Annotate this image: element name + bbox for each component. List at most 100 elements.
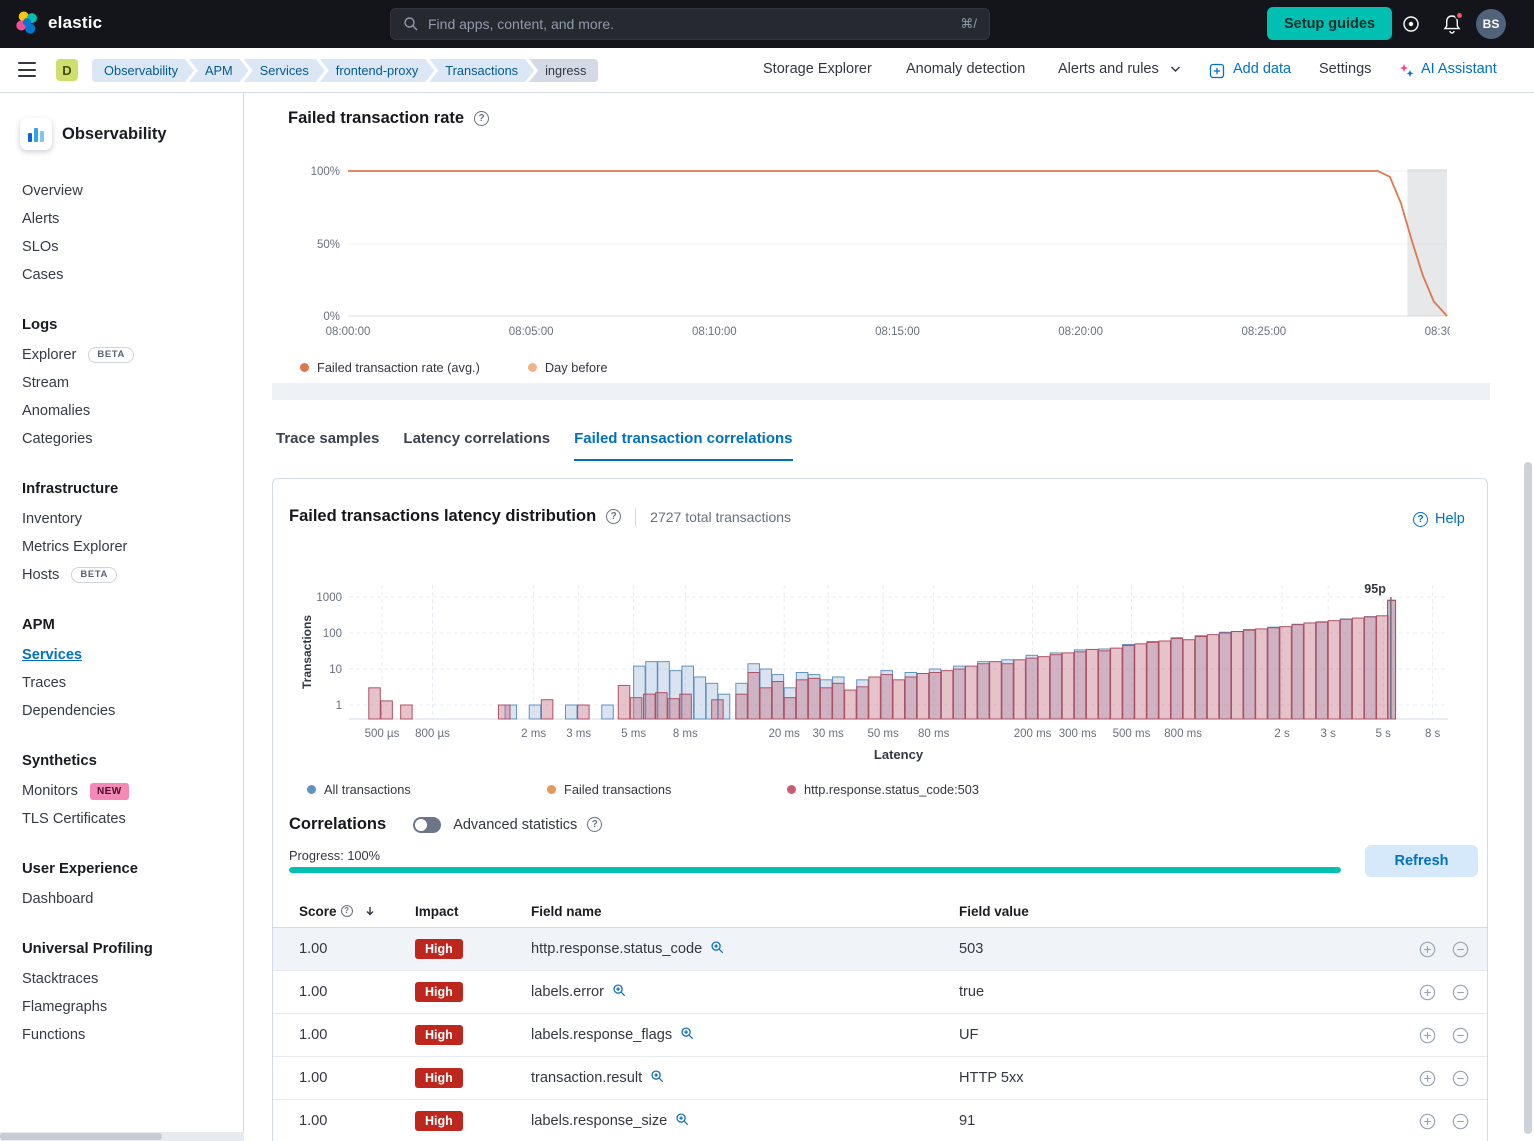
alerts-and-rules-label: Alerts and rules [1058, 61, 1159, 77]
sidebar-item-flamegraphs[interactable]: Flamegraphs [22, 999, 107, 1016]
score-cell: 1.00 [299, 928, 327, 971]
progress-fill [289, 867, 1341, 873]
inspect-icon[interactable] [612, 986, 627, 1002]
svg-text:5 ms: 5 ms [621, 728, 646, 740]
elastic-logo[interactable]: elastic [14, 10, 102, 36]
breadcrumb-transactions[interactable]: Transactions [429, 59, 534, 82]
help-link[interactable]: Help [1413, 511, 1465, 527]
sidebar-item-explorer[interactable]: Explorer BETA [22, 347, 134, 364]
ai-assistant-link[interactable]: AI Assistant [1421, 61, 1497, 77]
sidebar-item-inventory[interactable]: Inventory [22, 511, 82, 528]
sidebar-item-overview[interactable]: Overview [22, 183, 83, 200]
advanced-statistics-toggle[interactable] [413, 817, 441, 833]
filter-out-value-icon[interactable] [1452, 1113, 1469, 1130]
notifications-icon[interactable] [1442, 14, 1462, 34]
legend-item-failed-rate[interactable]: Failed transaction rate (avg.) [300, 360, 480, 375]
inspect-icon[interactable] [675, 1115, 690, 1131]
tab-failed-transaction-correlations[interactable]: Failed transaction correlations [574, 430, 792, 461]
sidebar-item-categories[interactable]: Categories [22, 431, 93, 448]
filter-out-value-icon[interactable] [1452, 1070, 1469, 1087]
user-avatar[interactable]: BS [1476, 9, 1506, 39]
solution-title-label: Observability [62, 125, 167, 144]
refresh-button[interactable]: Refresh [1365, 845, 1478, 877]
anomaly-detection-link[interactable]: Anomaly detection [906, 61, 1025, 77]
legend-item-all-transactions[interactable]: All transactions [307, 782, 411, 797]
sidebar-item-hosts[interactable]: Hosts BETA [22, 567, 117, 584]
inspect-icon[interactable] [680, 1029, 695, 1045]
legend-item-day-before[interactable]: Day before [528, 360, 608, 375]
sidebar-item-stacktraces[interactable]: Stacktraces [22, 971, 98, 988]
failed-transaction-rate-title: Failed transaction rate [288, 109, 464, 128]
sidebar-item-anomalies[interactable]: Anomalies [22, 403, 90, 420]
breadcrumb-ingress[interactable]: ingress [529, 59, 598, 82]
filter-for-value-icon[interactable] [1419, 1027, 1436, 1044]
breadcrumb-apm[interactable]: APM [189, 59, 249, 82]
storage-explorer-link[interactable]: Storage Explorer [763, 61, 872, 77]
field-value-cell: true [959, 971, 984, 1014]
breadcrumb-observability[interactable]: Observability [92, 59, 194, 82]
sidebar-item-dependencies[interactable]: Dependencies [22, 703, 115, 720]
setup-guides-button[interactable]: Setup guides [1267, 7, 1392, 40]
impact-badge: High [415, 1068, 463, 1088]
breadcrumb-services[interactable]: Services [244, 59, 325, 82]
svg-text:800 ms: 800 ms [1164, 728, 1202, 740]
filter-out-value-icon[interactable] [1452, 1027, 1469, 1044]
legend-item-status-code-503[interactable]: http.response.status_code:503 [787, 782, 979, 797]
add-data-link[interactable]: Add data [1233, 61, 1291, 77]
sidebar-item-alerts[interactable]: Alerts [22, 211, 59, 228]
filter-out-value-icon[interactable] [1452, 984, 1469, 1001]
observability-logo-icon [20, 118, 52, 150]
field-value-cell: 503 [959, 928, 983, 971]
info-icon[interactable] [606, 509, 621, 524]
sidebar-item-services[interactable]: Services [22, 647, 82, 664]
guided-setup-icon[interactable] [1401, 14, 1421, 34]
sidebar-item-traces[interactable]: Traces [22, 675, 66, 692]
sidebar-item-dashboard[interactable]: Dashboard [22, 891, 93, 908]
sidebar-item-cases[interactable]: Cases [22, 267, 63, 284]
svg-text:08:05:00: 08:05:00 [509, 326, 554, 338]
svg-text:200 ms: 200 ms [1014, 728, 1052, 740]
svg-text:30 ms: 30 ms [812, 728, 844, 740]
sidebar-item-stream[interactable]: Stream [22, 375, 69, 392]
kibana-app: elastic Find apps, content, and more. ⌘/… [0, 0, 1534, 1141]
field-name-cell: http.response.status_code [531, 941, 702, 957]
inspect-icon[interactable] [710, 943, 725, 959]
svg-text:100%: 100% [311, 166, 340, 178]
field-name-cell: transaction.result [531, 1070, 642, 1086]
solution-title: Observability [20, 118, 167, 150]
svg-text:Latency: Latency [874, 747, 924, 762]
settings-link[interactable]: Settings [1319, 61, 1371, 77]
legend-item-failed-transactions[interactable]: Failed transactions [547, 782, 671, 797]
tab-trace-samples[interactable]: Trace samples [276, 430, 379, 461]
column-header-score[interactable]: Score [299, 904, 376, 919]
tab-latency-correlations[interactable]: Latency correlations [403, 430, 550, 461]
svg-text:1: 1 [336, 700, 342, 712]
sidebar-item-functions[interactable]: Functions [22, 1027, 85, 1044]
info-icon[interactable] [474, 111, 489, 126]
info-icon[interactable] [587, 817, 602, 832]
filter-for-value-icon[interactable] [1419, 1070, 1436, 1087]
sidebar-scrollbar[interactable] [0, 1133, 162, 1140]
svg-text:50%: 50% [317, 239, 340, 251]
info-icon[interactable] [341, 905, 353, 917]
impact-badge: High [415, 1025, 463, 1045]
alerts-and-rules-menu[interactable]: Alerts and rules [1058, 61, 1181, 77]
sidebar-item-tls-certificates[interactable]: TLS Certificates [22, 811, 126, 828]
filter-for-value-icon[interactable] [1419, 941, 1436, 958]
legend-label: All transactions [324, 782, 411, 797]
menu-icon[interactable] [18, 62, 36, 78]
legend-dot [307, 785, 316, 794]
filter-for-value-icon[interactable] [1419, 1113, 1436, 1130]
breadcrumb-frontend-proxy[interactable]: frontend-proxy [320, 59, 435, 82]
filter-out-value-icon[interactable] [1452, 941, 1469, 958]
sidebar-item-slos[interactable]: SLOs [22, 239, 59, 256]
filter-for-value-icon[interactable] [1419, 984, 1436, 1001]
space-badge[interactable]: D [56, 59, 78, 81]
sidebar-item-metrics-explorer[interactable]: Metrics Explorer [22, 539, 127, 556]
sidebar-item-monitors[interactable]: Monitors NEW [22, 783, 129, 800]
vertical-scrollbar[interactable] [1524, 462, 1532, 1134]
table-row: 1.00 High http.response.status_code 503 [273, 928, 1487, 971]
sidebar-item-label: Hosts [22, 567, 59, 583]
global-search-input[interactable]: Find apps, content, and more. ⌘/ [390, 8, 990, 40]
inspect-icon[interactable] [650, 1072, 665, 1088]
